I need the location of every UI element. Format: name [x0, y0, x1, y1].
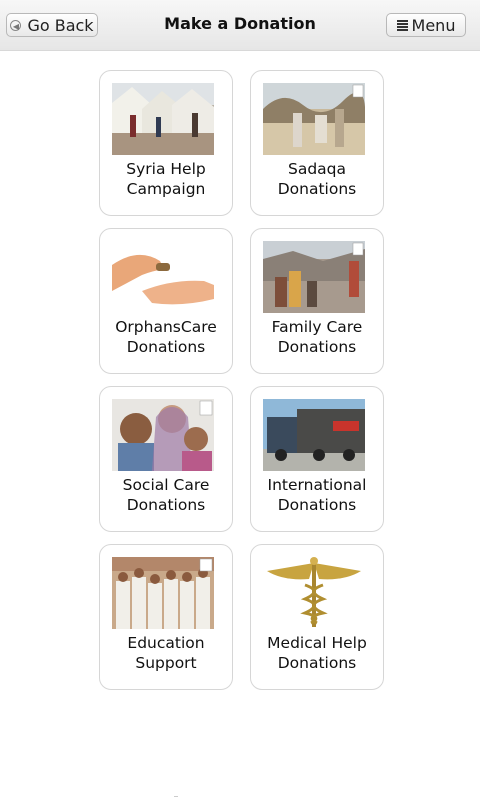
education-label: Education Support [127, 634, 205, 672]
students-group-image [112, 557, 214, 629]
sadaqa-card[interactable]: Sadaqa Donations [250, 70, 384, 216]
divider [174, 796, 178, 797]
syria-help-label: Syria Help Campaign [126, 160, 206, 198]
hamburger-icon [396, 19, 408, 31]
family-care-card[interactable]: Family Care Donations [250, 228, 384, 374]
sadaqa-label: Sadaqa Donations [277, 160, 357, 198]
header-bar: ◀ Go Back Make a Donation Menu [0, 0, 480, 51]
aid-truck-image [263, 399, 365, 471]
international-card[interactable]: International Donations [250, 386, 384, 532]
family-in-rubble-image [263, 241, 365, 313]
orphanscare-card[interactable]: OrphansCare Donations [99, 228, 233, 374]
children-portrait-image [112, 399, 214, 471]
people-in-desert-image [263, 83, 365, 155]
education-card[interactable]: Education Support [99, 544, 233, 690]
social-care-card[interactable]: Social Care Donations [99, 386, 233, 532]
social-care-label: Social Care Donations [122, 476, 210, 514]
medical-help-card[interactable]: Medical Help Donations [250, 544, 384, 690]
syria-help-card[interactable]: Syria Help Campaign [99, 70, 233, 216]
hands-giving-coin-image [112, 241, 214, 313]
menu-label: Menu [411, 15, 456, 35]
orphanscare-label: OrphansCare Donations [115, 318, 217, 356]
refugee-tents-image [112, 83, 214, 155]
caduceus-icon [263, 557, 365, 629]
medical-help-label: Medical Help Donations [267, 634, 367, 672]
international-label: International Donations [267, 476, 367, 514]
menu-button[interactable]: Menu [386, 13, 466, 37]
family-care-label: Family Care Donations [271, 318, 363, 356]
